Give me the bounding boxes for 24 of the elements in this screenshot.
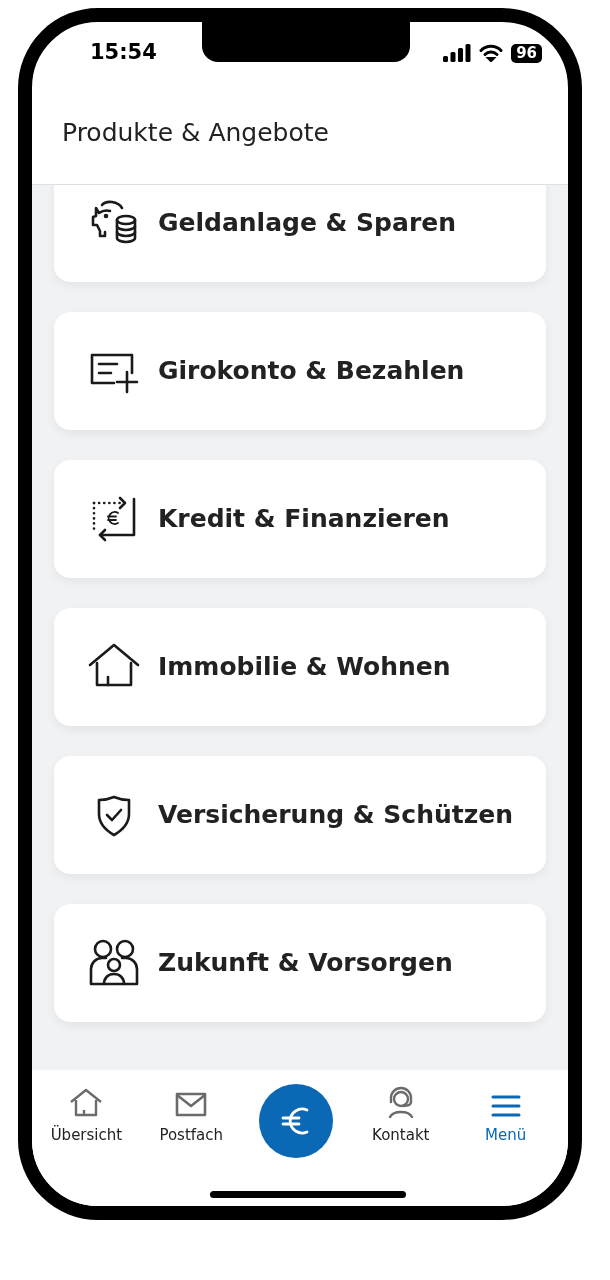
nav-tab[interactable]: Menü [485, 1084, 527, 1158]
category-label: Versicherung & Schützen [158, 799, 513, 832]
battery-indicator: 96 [511, 43, 542, 63]
menu-icon [490, 1094, 521, 1118]
nav-tab[interactable]: Postfach [159, 1084, 223, 1158]
category-card[interactable]: Zukunft & Vorsorgen [54, 904, 546, 1022]
home-icon [69, 1088, 104, 1118]
category-card[interactable]: Versicherung & Schützen [54, 756, 546, 874]
status-time: 15:54 [90, 39, 157, 67]
category-label: Immobilie & Wohnen [158, 651, 451, 684]
category-label: Kredit & Finanzieren [158, 503, 450, 536]
mail-icon [175, 1092, 208, 1118]
category-label: Zukunft & Vorsorgen [158, 947, 453, 980]
signal-icon [443, 44, 472, 62]
category-label: Girokonto & Bezahlen [158, 355, 465, 388]
wifi-icon [479, 44, 504, 62]
category-card[interactable]: Immobilie & Wohnen [54, 608, 546, 726]
category-label: Geldanlage & Sparen [158, 207, 456, 240]
nav-tab[interactable]: Kontakt [372, 1084, 430, 1158]
page-title: Produkte & Angebote [62, 117, 329, 149]
category-card[interactable]: Girokonto & Bezahlen [54, 312, 546, 430]
nav-tab[interactable]: Übersicht [50, 1084, 123, 1158]
category-card[interactable]: Kredit & Finanzieren [54, 460, 546, 578]
category-card[interactable]: Geldanlage & Sparen [54, 185, 546, 282]
